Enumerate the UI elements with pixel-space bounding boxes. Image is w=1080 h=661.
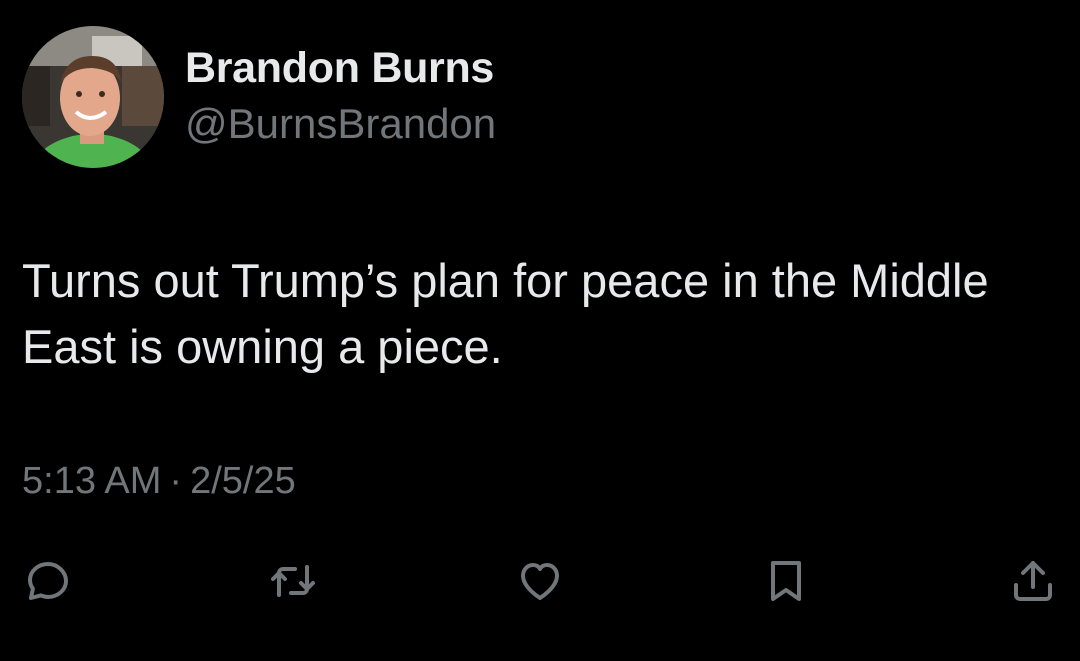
speech-bubble-icon xyxy=(28,562,68,600)
heart-icon xyxy=(521,563,559,600)
tweet-date: 2/5/25 xyxy=(190,460,296,502)
like-button[interactable] xyxy=(515,556,565,606)
bookmark-icon xyxy=(771,561,801,601)
reply-button[interactable] xyxy=(23,556,73,606)
author-display-name[interactable]: Brandon Burns xyxy=(185,42,496,94)
timestamp-separator: · xyxy=(169,460,183,502)
retweet-button[interactable] xyxy=(268,556,318,606)
avatar-photo-icon xyxy=(22,26,164,168)
share-button[interactable] xyxy=(1008,556,1058,606)
author-handle[interactable]: @BurnsBrandon xyxy=(185,96,496,152)
retweet-icon xyxy=(271,565,315,597)
action-bar xyxy=(0,556,1080,606)
bookmark-button[interactable] xyxy=(761,556,811,606)
tweet-timestamp[interactable]: 5:13 AM · 2/5/25 xyxy=(22,456,296,506)
tweet-text: Turns out Trump’s plan for peace in the … xyxy=(22,254,989,373)
share-icon xyxy=(1014,561,1052,601)
author-names: Brandon Burns @BurnsBrandon xyxy=(185,42,496,152)
tweet-header: Brandon Burns @BurnsBrandon xyxy=(22,26,496,168)
tweet-card: Brandon Burns @BurnsBrandon Turns out Tr… xyxy=(0,0,1080,661)
avatar[interactable] xyxy=(22,26,164,168)
tweet-time: 5:13 AM xyxy=(22,460,162,502)
